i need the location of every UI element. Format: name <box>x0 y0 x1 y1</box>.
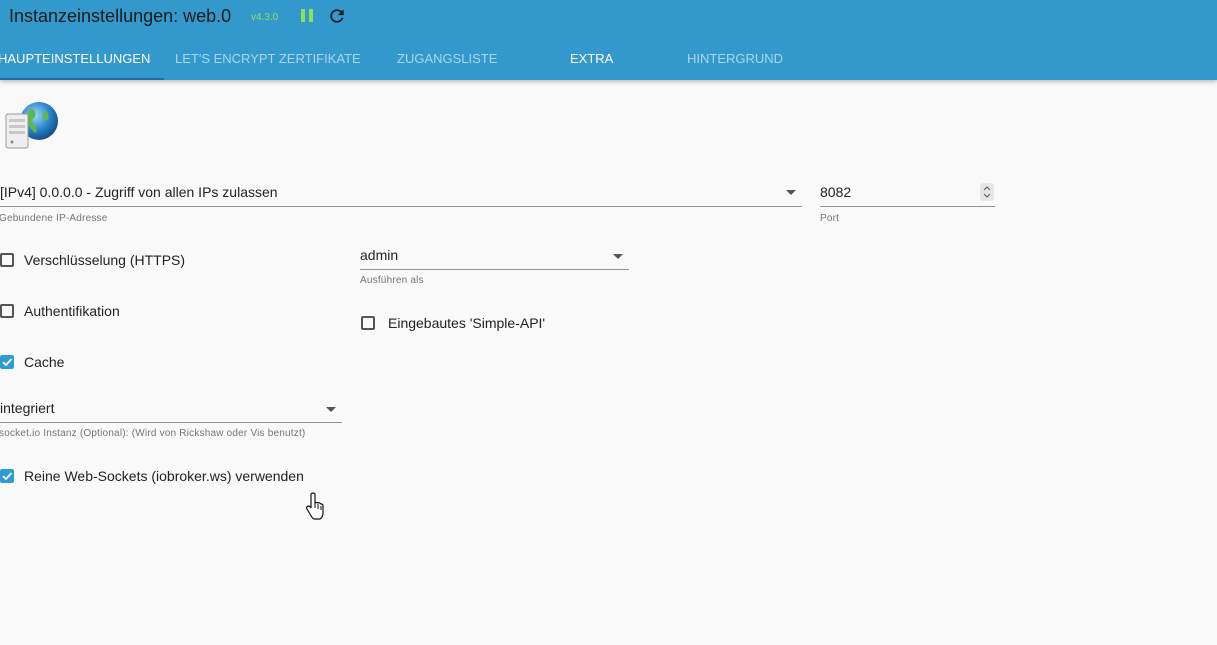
port-stepper[interactable] <box>980 183 994 201</box>
cache-checkbox[interactable] <box>0 355 14 369</box>
chevron-down-icon[interactable] <box>326 407 336 412</box>
pause-icon[interactable] <box>301 9 313 22</box>
ip-helper-text: Gebundene IP-Adresse <box>0 213 108 224</box>
run-as-select[interactable]: admin <box>360 247 398 263</box>
chevron-down-icon[interactable] <box>613 254 623 259</box>
version-badge: v4.3.0 <box>251 12 279 23</box>
tab-lets-encrypt[interactable]: LET'S ENCRYPT ZERTIFIKATE <box>175 51 361 66</box>
https-checkbox[interactable] <box>0 253 14 267</box>
port-input[interactable]: 8082 <box>820 184 851 200</box>
tab-hintergrund[interactable]: HINTERGRUND <box>687 51 783 66</box>
socketio-underline <box>0 422 342 423</box>
tab-zugangsliste[interactable]: ZUGANGSLISTE <box>397 51 497 66</box>
reload-icon[interactable] <box>327 6 347 26</box>
simple-api-checkbox[interactable] <box>361 316 375 330</box>
app-header: Instanzeinstellungen: web.0 v4.3.0 HAUPT… <box>0 0 1217 80</box>
websockets-label: Reine Web-Sockets (iobroker.ws) verwende… <box>24 468 304 484</box>
run-as-underline <box>360 269 629 270</box>
page-title: Instanzeinstellungen: web.0 <box>9 6 232 26</box>
https-label: Verschlüsselung (HTTPS) <box>24 252 186 268</box>
chevron-down-icon[interactable] <box>786 190 796 195</box>
stepper-arrows-icon <box>983 186 991 198</box>
websockets-checkbox[interactable] <box>0 469 14 483</box>
port-helper-text: Port <box>820 213 840 224</box>
tab-haupteinstellungen[interactable]: HAUPTEINSTELLUNGEN <box>0 51 150 66</box>
simple-api-label: Eingebautes 'Simple-API' <box>388 315 546 331</box>
tab-extra[interactable]: EXTRA <box>570 51 613 66</box>
port-underline <box>820 206 995 207</box>
socketio-helper-text: socket.io Instanz (Optional): (Wird von … <box>0 428 306 439</box>
auth-checkbox[interactable] <box>0 304 14 318</box>
active-tab-indicator <box>0 78 164 80</box>
ip-select-underline <box>0 206 802 207</box>
ip-select[interactable]: [IPv4] 0.0.0.0 - Zugriff von allen IPs z… <box>0 184 278 200</box>
auth-label: Authentifikation <box>24 303 120 319</box>
run-as-helper-text: Ausführen als <box>360 275 424 286</box>
socketio-select[interactable]: integriert <box>0 400 54 416</box>
web-adapter-globe-server-icon <box>5 102 58 149</box>
hand-cursor-icon <box>306 492 324 520</box>
cache-label: Cache <box>24 354 65 370</box>
